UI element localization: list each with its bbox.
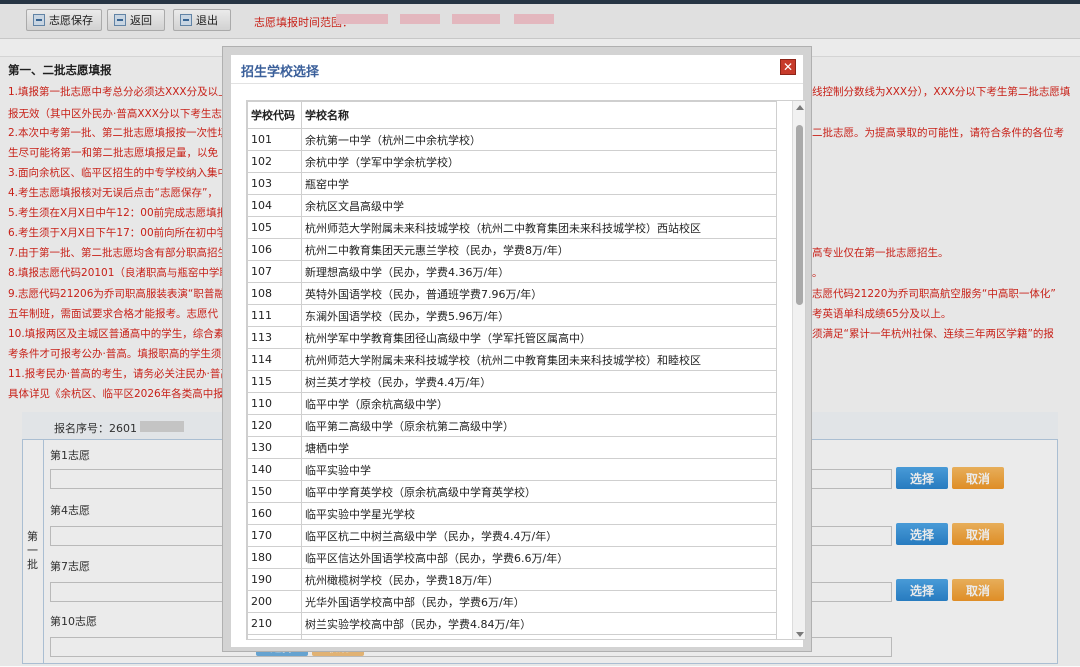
table-row[interactable]: 107 新理想高级中学（民办，学费4.36万/年） xyxy=(247,260,777,283)
school-name[interactable]: 临平第二高级中学（原余杭第二高级中学） xyxy=(301,414,777,437)
table-row[interactable]: 150 临平中学育英学校（原余杭高级中学育英学校） xyxy=(247,480,777,503)
school-list[interactable]: 学校代码 学校名称 101 余杭第一中学（杭州二中余杭学校） 102 余杭中学（学军中… xyxy=(246,100,806,640)
school-table: 学校代码 学校名称 101 余杭第一中学（杭州二中余杭学校） 102 余杭中学（学军中… xyxy=(247,101,777,639)
table-row[interactable]: 101 余杭第一中学（杭州二中余杭学校） xyxy=(247,128,777,151)
table-row[interactable]: 108 英特外国语学校（民办，普通班学费7.96万/年） xyxy=(247,282,777,305)
table-header-row: 学校代码 学校名称 xyxy=(247,101,777,129)
school-name[interactable]: 瓶窑中学 xyxy=(301,172,777,195)
school-code[interactable]: 121 xyxy=(247,634,302,639)
school-name[interactable]: 余杭区文昌高级中学 xyxy=(301,194,777,217)
school-name[interactable]: 杭州高级中学（钱江校区） xyxy=(301,634,777,639)
table-row[interactable]: 113 杭州学军中学教育集团径山高级中学（学军托管区属高中） xyxy=(247,326,777,349)
list-scrollbar[interactable] xyxy=(792,101,805,639)
school-code[interactable]: 200 xyxy=(247,590,302,613)
school-code[interactable]: 130 xyxy=(247,436,302,459)
school-code[interactable]: 120 xyxy=(247,414,302,437)
school-code[interactable]: 140 xyxy=(247,458,302,481)
school-code[interactable]: 113 xyxy=(247,326,302,349)
school-name[interactable]: 临平实验中学星光学校 xyxy=(301,502,777,525)
table-row[interactable]: 190 杭州橄榄树学校（民办，学费18万/年） xyxy=(247,568,777,591)
table-row[interactable]: 170 临平区杭二中树兰高级中学（民办，学费4.4万/年） xyxy=(247,524,777,547)
school-name[interactable]: 临平中学（原余杭高级中学） xyxy=(301,392,777,415)
school-name[interactable]: 塘栖中学 xyxy=(301,436,777,459)
school-name[interactable]: 树兰实验学校高中部（民办，学费4.84万/年） xyxy=(301,612,777,635)
school-code[interactable]: 150 xyxy=(247,480,302,503)
school-name[interactable]: 树兰英才学校（民办，学费4.4万/年） xyxy=(301,370,777,393)
school-code[interactable]: 160 xyxy=(247,502,302,525)
school-name[interactable]: 余杭中学（学军中学余杭学校） xyxy=(301,150,777,173)
school-name[interactable]: 东澜外国语学校（民办，学费5.96万/年） xyxy=(301,304,777,327)
column-header-name: 学校名称 xyxy=(301,101,777,129)
school-name[interactable]: 杭州师范大学附属未来科技城学校（杭州二中教育集团未来科技城学校）西站校区 xyxy=(301,216,777,239)
school-name[interactable]: 临平实验中学 xyxy=(301,458,777,481)
school-name[interactable]: 杭州二中教育集团天元惠兰学校（民办，学费8万/年） xyxy=(301,238,777,261)
table-row[interactable]: 200 光华外国语学校高中部（民办，学费6万/年） xyxy=(247,590,777,613)
table-row[interactable]: 105 杭州师范大学附属未来科技城学校（杭州二中教育集团未来科技城学校）西站校区 xyxy=(247,216,777,239)
school-name[interactable]: 新理想高级中学（民办，学费4.36万/年） xyxy=(301,260,777,283)
dialog-body: 招生学校选择 ✕ 学校代码 学校名称 101 余杭第一中学（杭州二中余杭学校） 10… xyxy=(231,55,806,647)
scroll-thumb[interactable] xyxy=(796,125,803,305)
table-row[interactable]: 102 余杭中学（学军中学余杭学校） xyxy=(247,150,777,173)
school-name[interactable]: 余杭第一中学（杭州二中余杭学校） xyxy=(301,128,777,151)
school-code[interactable]: 102 xyxy=(247,150,302,173)
table-row[interactable]: 210 树兰实验学校高中部（民办，学费4.84万/年） xyxy=(247,612,777,635)
table-row[interactable]: 160 临平实验中学星光学校 xyxy=(247,502,777,525)
school-code[interactable]: 110 xyxy=(247,392,302,415)
school-name[interactable]: 临平中学育英学校（原余杭高级中学育英学校） xyxy=(301,480,777,503)
school-code[interactable]: 111 xyxy=(247,304,302,327)
table-row[interactable]: 103 瓶窑中学 xyxy=(247,172,777,195)
school-code[interactable]: 106 xyxy=(247,238,302,261)
table-row[interactable]: 110 临平中学（原余杭高级中学） xyxy=(247,392,777,415)
school-code[interactable]: 105 xyxy=(247,216,302,239)
school-name[interactable]: 光华外国语学校高中部（民办，学费6万/年） xyxy=(301,590,777,613)
school-name[interactable]: 临平区信达外国语学校高中部（民办，学费6.6万/年） xyxy=(301,546,777,569)
school-select-dialog: 招生学校选择 ✕ 学校代码 学校名称 101 余杭第一中学（杭州二中余杭学校） 10… xyxy=(222,46,812,652)
table-row[interactable]: 120 临平第二高级中学（原余杭第二高级中学） xyxy=(247,414,777,437)
school-code[interactable]: 180 xyxy=(247,546,302,569)
table-row[interactable]: 121杭州高级中学（钱江校区） xyxy=(247,634,777,639)
table-row[interactable]: 106 杭州二中教育集团天元惠兰学校（民办，学费8万/年） xyxy=(247,238,777,261)
scroll-up-icon[interactable] xyxy=(796,105,804,110)
school-code[interactable]: 190 xyxy=(247,568,302,591)
title-divider xyxy=(231,83,803,84)
table-row[interactable]: 115 树兰英才学校（民办，学费4.4万/年） xyxy=(247,370,777,393)
school-code[interactable]: 103 xyxy=(247,172,302,195)
school-name[interactable]: 临平区杭二中树兰高级中学（民办，学费4.4万/年） xyxy=(301,524,777,547)
table-row[interactable]: 130 塘栖中学 xyxy=(247,436,777,459)
scroll-down-icon[interactable] xyxy=(796,632,804,637)
school-name[interactable]: 杭州师范大学附属未来科技城学校（杭州二中教育集团未来科技城学校）和睦校区 xyxy=(301,348,777,371)
dialog-title: 招生学校选择 xyxy=(241,65,320,80)
school-code[interactable]: 101 xyxy=(247,128,302,151)
school-name[interactable]: 英特外国语学校（民办，普通班学费7.96万/年） xyxy=(301,282,777,305)
school-name[interactable]: 杭州橄榄树学校（民办，学费18万/年） xyxy=(301,568,777,591)
column-header-code: 学校代码 xyxy=(247,101,302,129)
close-icon[interactable]: ✕ xyxy=(780,59,796,75)
school-code[interactable]: 170 xyxy=(247,524,302,547)
table-row[interactable]: 140 临平实验中学 xyxy=(247,458,777,481)
school-code[interactable]: 108 xyxy=(247,282,302,305)
school-code[interactable]: 107 xyxy=(247,260,302,283)
school-name[interactable]: 杭州学军中学教育集团径山高级中学（学军托管区属高中） xyxy=(301,326,777,349)
school-code[interactable]: 104 xyxy=(247,194,302,217)
table-row[interactable]: 104 余杭区文昌高级中学 xyxy=(247,194,777,217)
table-row[interactable]: 111 东澜外国语学校（民办，学费5.96万/年） xyxy=(247,304,777,327)
table-row[interactable]: 114 杭州师范大学附属未来科技城学校（杭州二中教育集团未来科技城学校）和睦校区 xyxy=(247,348,777,371)
school-code[interactable]: 114 xyxy=(247,348,302,371)
table-row[interactable]: 180 临平区信达外国语学校高中部（民办，学费6.6万/年） xyxy=(247,546,777,569)
school-code[interactable]: 210 xyxy=(247,612,302,635)
school-code[interactable]: 115 xyxy=(247,370,302,393)
